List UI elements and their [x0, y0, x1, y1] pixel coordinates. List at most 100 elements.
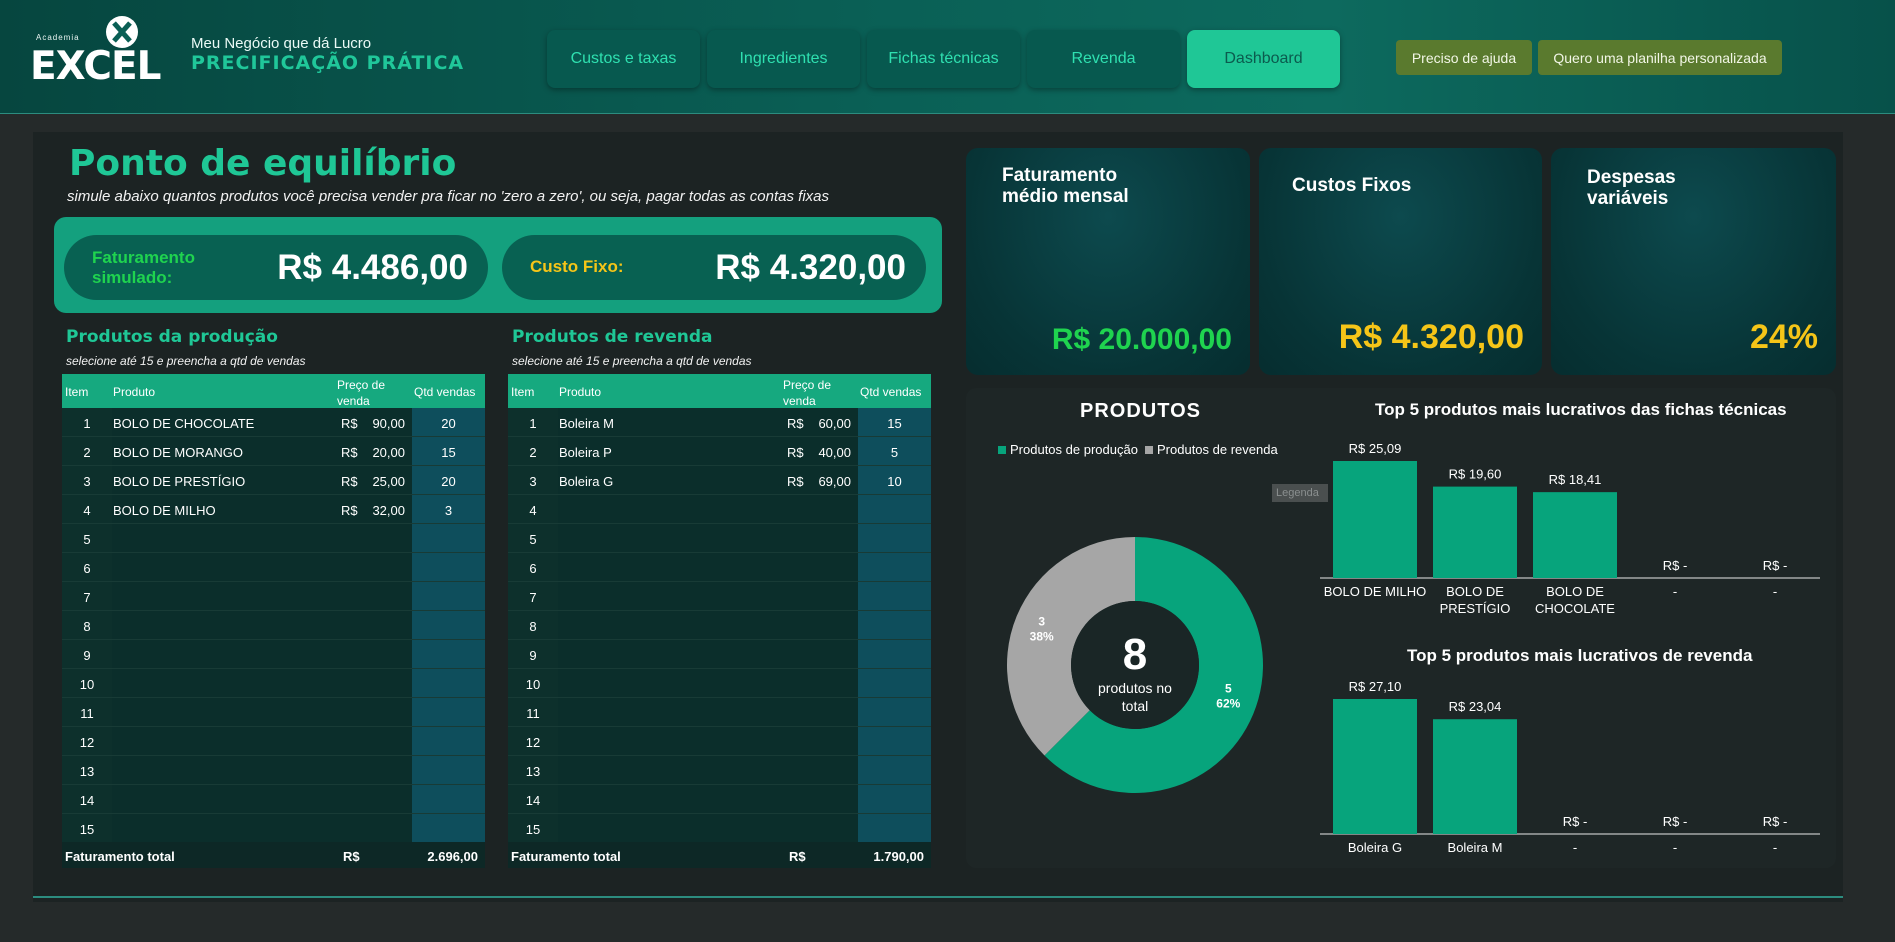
donut-slice-percent: 62%	[1216, 697, 1240, 711]
bar-data-label: R$ -	[1763, 558, 1788, 573]
cell-produto: BOLO DE PRESTÍGIO	[113, 474, 246, 489]
cell-item: 6	[83, 561, 91, 576]
table-row[interactable]: 2 BOLO DE MORANGO R$ 20,00 15	[62, 437, 485, 466]
table-row[interactable]: 9	[508, 640, 931, 669]
cell-produto: BOLO DE MILHO	[113, 503, 216, 518]
table-row[interactable]: 11	[508, 698, 931, 727]
table-row[interactable]: 6	[62, 553, 485, 582]
cell-item: 5	[83, 532, 91, 547]
nav-ingredientes[interactable]: Ingredientes	[707, 30, 860, 88]
custom-sheet-button[interactable]: Quero uma planilha personalizada	[1538, 40, 1782, 75]
simulated-revenue-pill: Faturamento simulado: R$ 4.486,00	[64, 235, 488, 300]
header-bar: Academia EXCEL Meu Negócio que dá Lucro …	[0, 0, 1895, 114]
table-row[interactable]: 9	[62, 640, 485, 669]
resale-table-title: Produtos de revenda	[512, 327, 713, 347]
table-row[interactable]: 3 Boleira G R$ 69,00 10	[508, 466, 931, 495]
footer-label: Faturamento total	[65, 849, 175, 864]
table-row[interactable]: 2 Boleira P R$ 40,00 5	[508, 437, 931, 466]
legend-swatch	[1145, 445, 1153, 454]
table-row[interactable]: 1 BOLO DE CHOCOLATE R$ 90,00 20	[62, 408, 485, 437]
table-row[interactable]: 14	[508, 785, 931, 814]
cell-item: 7	[529, 590, 537, 605]
col-preco-header: Preço de venda	[783, 378, 832, 408]
production-table-body: 1 BOLO DE CHOCOLATE R$ 90,00 20 2 BOLO DE MORA…	[62, 408, 485, 843]
bar-chart-title-fichas: Top 5 produtos mais lucrativos das ficha…	[1375, 400, 1787, 419]
cell-currency: R$	[341, 503, 358, 518]
kpi-value: R$ 4.320,00	[1338, 318, 1524, 356]
production-table-header: Item Produto Preço de venda Qtd vendas	[62, 374, 485, 408]
nav-fichas-tecnicas[interactable]: Fichas técnicas	[867, 30, 1020, 88]
legend-resale: Produtos de revenda	[1145, 442, 1278, 457]
cell-qtd: 5	[890, 445, 899, 460]
table-row[interactable]: 8	[508, 611, 931, 640]
table-row[interactable]: 10	[508, 669, 931, 698]
table-row[interactable]: 5	[508, 524, 931, 553]
cell-preco: 40,00	[818, 445, 851, 460]
table-row[interactable]: 7	[508, 582, 931, 611]
products-donut-chart: 562% 338% 8produtos no total	[1007, 537, 1263, 793]
table-row[interactable]: 5	[62, 524, 485, 553]
bar-category-label: -	[1773, 840, 1777, 855]
legend-production: Produtos de produção	[998, 442, 1138, 457]
cell-preco: 32,00	[372, 503, 405, 518]
kpi-card-variable-expenses: Despesas variáveis 24%	[1551, 148, 1836, 375]
bar-category-label: CHOCOLATE	[1535, 601, 1615, 616]
cell-item: 11	[80, 706, 94, 721]
table-row[interactable]: 7	[62, 582, 485, 611]
cell-item: 15	[79, 822, 95, 837]
table-row[interactable]: 12	[62, 727, 485, 756]
bar-chart-title-revenda: Top 5 produtos mais lucrativos de revend…	[1407, 646, 1753, 665]
nav-dashboard[interactable]: Dashboard	[1187, 30, 1340, 88]
bar	[1533, 492, 1617, 578]
bar-data-label: R$ 18,41	[1549, 472, 1602, 487]
bar-category-label: PRESTÍGIO	[1440, 601, 1511, 616]
cell-item: 1	[83, 416, 91, 431]
table-row[interactable]: 8	[62, 611, 485, 640]
bar	[1333, 699, 1417, 834]
cell-currency: R$	[787, 445, 804, 460]
simulated-revenue-label: Faturamento simulado:	[92, 248, 195, 287]
nav-revenda[interactable]: Revenda	[1027, 30, 1180, 88]
table-row[interactable]: 6	[508, 553, 931, 582]
table-row[interactable]: 3 BOLO DE PRESTÍGIO R$ 25,00 20	[62, 466, 485, 495]
cell-item: 13	[79, 764, 95, 779]
legend-label: Produtos de produção	[1010, 442, 1138, 457]
cell-preco: 69,00	[818, 474, 851, 489]
kpi-title: Faturamento médio mensal	[1002, 165, 1129, 207]
bar-category-label: BOLO DE	[1446, 584, 1504, 599]
cell-currency: R$	[787, 416, 804, 431]
table-row[interactable]: 11	[62, 698, 485, 727]
fixed-cost-pill: Custo Fixo: R$ 4.320,00	[502, 235, 926, 300]
top5-fichas-bar-chart: R$ 25,09 BOLO DE MILHO R$ 19,60 BOLO DE PRES…	[1320, 441, 1820, 616]
table-row[interactable]: 10	[62, 669, 485, 698]
bar	[1333, 461, 1417, 578]
donut-slice-value: 5	[1225, 682, 1232, 696]
cell-item: 12	[79, 735, 95, 750]
cell-qtd: 15	[441, 445, 456, 460]
table-row[interactable]: 15	[62, 814, 485, 843]
legend-swatch	[998, 445, 1006, 454]
table-row[interactable]: 4 BOLO DE MILHO R$ 32,00 3	[62, 495, 485, 524]
nav-custos-taxas[interactable]: Custos e taxas	[547, 30, 700, 88]
cell-item: 4	[529, 503, 537, 518]
header-title: PRECIFICAÇÃO PRÁTICA	[191, 52, 465, 74]
cell-preco: 90,00	[372, 416, 405, 431]
cell-produto: BOLO DE MORANGO	[113, 445, 244, 460]
logo-x-icon	[106, 16, 138, 48]
table-row[interactable]: 1 Boleira M R$ 60,00 15	[508, 408, 931, 437]
table-row[interactable]: 13	[508, 756, 931, 785]
table-row[interactable]: 14	[62, 785, 485, 814]
donut-center-label: total	[1122, 698, 1148, 714]
help-button[interactable]: Preciso de ajuda	[1396, 40, 1532, 75]
table-row[interactable]: 15	[508, 814, 931, 843]
bar-data-label: R$ -	[1563, 814, 1588, 829]
simulated-revenue-value: R$ 4.486,00	[277, 248, 468, 287]
table-row[interactable]: 4	[508, 495, 931, 524]
table-row[interactable]: 13	[62, 756, 485, 785]
footer-currency: R$	[343, 849, 360, 864]
bar-data-label: R$ 25,09	[1349, 441, 1402, 456]
bar-data-label: R$ 19,60	[1449, 467, 1502, 482]
breakeven-title: Ponto de equilíbrio	[69, 143, 457, 184]
col-produto-header: Produto	[559, 385, 602, 399]
table-row[interactable]: 12	[508, 727, 931, 756]
